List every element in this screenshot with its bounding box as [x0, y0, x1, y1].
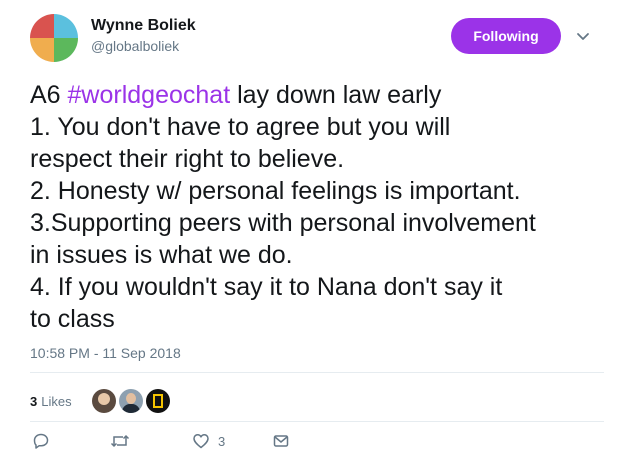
avatar[interactable] [30, 14, 78, 62]
tweet-actions: 3 [30, 432, 604, 454]
display-name[interactable]: Wynne Boliek [91, 16, 196, 36]
tweet-line: 2. Honesty w/ personal feelings is impor… [30, 177, 521, 205]
retweet-button[interactable] [110, 432, 130, 450]
tweet-line: respect their right to believe. [30, 145, 345, 173]
liker-avatars [91, 389, 173, 413]
user-info[interactable]: Wynne Boliek @globalboliek [91, 16, 196, 56]
chevron-down-icon[interactable] [575, 28, 591, 44]
like-button[interactable]: 3 [192, 432, 225, 450]
tweet-line: in issues is what we do. [30, 241, 293, 269]
likes-count[interactable]: 3 [30, 394, 37, 409]
likes-row[interactable]: 3 Likes [30, 385, 173, 417]
tweet-text: A6 #worldgeochat lay down law early 1. Y… [30, 79, 610, 335]
liker-face [125, 393, 136, 404]
following-button[interactable]: Following [451, 18, 561, 54]
like-count[interactable]: 3 [218, 434, 225, 449]
tweet-line: 4. If you wouldn't say it to Nana don't … [30, 273, 503, 301]
tweet-timestamp[interactable]: 10:58 PM - 11 Sep 2018 [30, 345, 181, 361]
likes-label[interactable]: Likes [41, 394, 71, 409]
direct-message-button[interactable] [272, 432, 290, 450]
liker-face [97, 393, 110, 405]
tweet-line-suffix: lay down law early [230, 81, 442, 109]
tweet-header: Wynne Boliek @globalboliek Following [30, 14, 610, 62]
avatar-tile [54, 38, 78, 62]
liker-avatar[interactable] [145, 389, 170, 413]
hashtag-link[interactable]: #worldgeochat [68, 81, 231, 109]
message-icon [273, 435, 289, 447]
tweet-line: 1. You don't have to agree but you will [30, 113, 451, 141]
tweet-line-prefix: A6 [30, 81, 68, 109]
avatar-tile [30, 14, 54, 38]
reply-icon [33, 433, 49, 449]
reply-button[interactable] [32, 432, 50, 450]
like-icon [193, 434, 209, 449]
liker-logo [152, 394, 163, 408]
divider [30, 372, 604, 373]
retweet-icon [110, 434, 130, 448]
tweet-line: A6 #worldgeochat lay down law early [30, 79, 610, 111]
user-handle[interactable]: @globalboliek [91, 36, 196, 56]
liker-suit [121, 404, 140, 413]
liker-avatar[interactable] [91, 389, 116, 413]
tweet-line: 3.Supporting peers with personal involve… [30, 209, 536, 237]
divider [30, 421, 604, 422]
liker-avatar[interactable] [118, 389, 143, 413]
avatar-tile [54, 14, 78, 38]
avatar-tile [30, 38, 54, 62]
tweet-line: to class [30, 305, 115, 333]
